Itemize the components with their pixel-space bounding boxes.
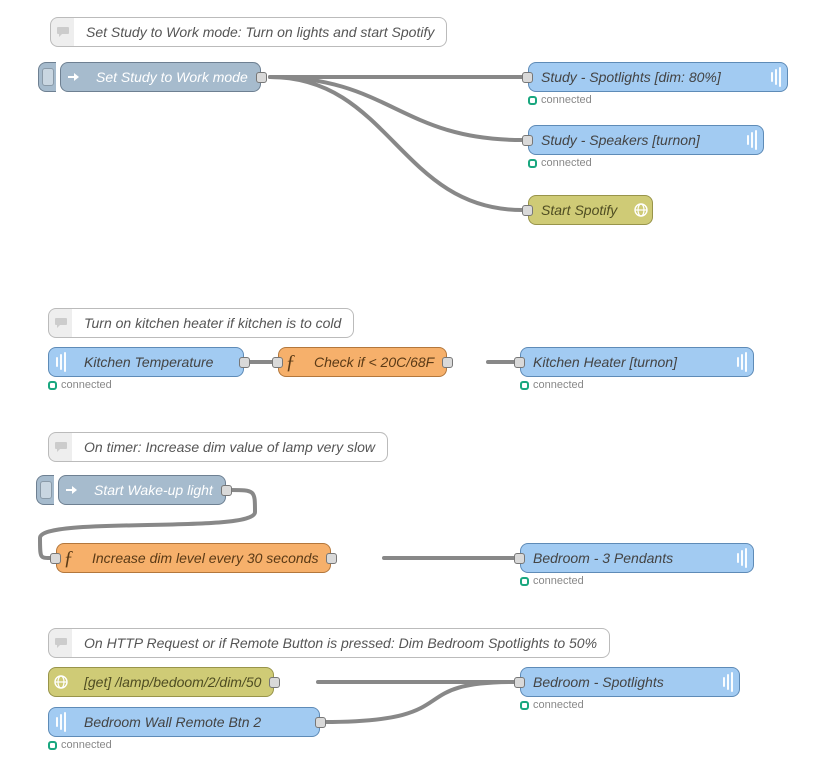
device-node[interactable]: Kitchen Heater [turnon] connected	[520, 347, 754, 377]
comment-node[interactable]: Set Study to Work mode: Turn on lights a…	[50, 17, 538, 47]
globe-icon	[629, 195, 653, 225]
input-port[interactable]	[522, 72, 533, 83]
input-port[interactable]	[514, 553, 525, 564]
status-badge: connected	[48, 379, 112, 391]
comment-text: Set Study to Work mode: Turn on lights a…	[74, 17, 447, 47]
device-node[interactable]: Study - Spotlights [dim: 80%] connected	[528, 62, 788, 92]
device-label: Study - Spotlights [dim: 80%]	[528, 62, 764, 92]
output-port[interactable]	[326, 553, 337, 564]
device-label: Kitchen Heater [turnon]	[520, 347, 730, 377]
status-badge: connected	[528, 157, 592, 169]
http-label: [get] /lamp/bedoom/2/dim/50	[72, 667, 274, 697]
comment-text: On timer: Increase dim value of lamp ver…	[72, 432, 388, 462]
comment-node[interactable]: On HTTP Request or if Remote Button is p…	[48, 628, 665, 658]
device-node[interactable]: Bedroom - 3 Pendants connected	[520, 543, 754, 573]
device-node[interactable]: Study - Speakers [turnon] connected	[528, 125, 764, 155]
http-label: Start Spotify	[528, 195, 629, 225]
status-badge: connected	[520, 379, 584, 391]
inject-button[interactable]	[36, 475, 54, 505]
comment-node[interactable]: On timer: Increase dim value of lamp ver…	[48, 432, 448, 462]
inject-node[interactable]: Start Wake-up light	[58, 475, 226, 505]
status-badge: connected	[528, 94, 592, 106]
stripes-icon	[730, 347, 754, 377]
status-badge: connected	[48, 739, 112, 751]
stripes-icon	[764, 62, 788, 92]
device-input-node[interactable]: Kitchen Temperature connected	[48, 347, 244, 377]
inject-label: Set Study to Work mode	[84, 62, 261, 92]
input-port[interactable]	[514, 357, 525, 368]
device-label: Bedroom - Spotlights	[520, 667, 716, 697]
stripes-icon	[740, 125, 764, 155]
input-port[interactable]	[522, 205, 533, 216]
flow-canvas[interactable]: Set Study to Work mode: Turn on lights a…	[0, 0, 823, 767]
input-port[interactable]	[272, 357, 283, 368]
device-input-node[interactable]: Bedroom Wall Remote Btn 2 connected	[48, 707, 320, 737]
output-port[interactable]	[256, 72, 267, 83]
globe-icon	[48, 667, 72, 697]
comment-icon	[48, 308, 72, 338]
stripes-icon	[48, 707, 72, 737]
status-badge: connected	[520, 699, 584, 711]
device-label: Bedroom - 3 Pendants	[520, 543, 730, 573]
output-port[interactable]	[442, 357, 453, 368]
stripes-icon	[48, 347, 72, 377]
input-port[interactable]	[50, 553, 61, 564]
output-port[interactable]	[221, 485, 232, 496]
comment-text: Turn on kitchen heater if kitchen is to …	[72, 308, 354, 338]
http-in-node[interactable]: [get] /lamp/bedoom/2/dim/50	[48, 667, 274, 697]
function-label: Increase dim level every 30 seconds	[80, 543, 331, 573]
device-label: Bedroom Wall Remote Btn 2	[72, 707, 320, 737]
output-port[interactable]	[269, 677, 280, 688]
comment-text: On HTTP Request or if Remote Button is p…	[72, 628, 610, 658]
comment-icon	[48, 432, 72, 462]
input-port[interactable]	[514, 677, 525, 688]
device-node[interactable]: Bedroom - Spotlights connected	[520, 667, 740, 697]
arrow-right-icon	[58, 475, 82, 505]
device-label: Study - Speakers [turnon]	[528, 125, 740, 155]
inject-button[interactable]	[38, 62, 56, 92]
comment-icon	[50, 17, 74, 47]
input-port[interactable]	[522, 135, 533, 146]
status-badge: connected	[520, 575, 584, 587]
http-node[interactable]: Start Spotify	[528, 195, 653, 225]
arrow-right-icon	[60, 62, 84, 92]
function-node[interactable]: ƒ Increase dim level every 30 seconds	[56, 543, 331, 573]
comment-node[interactable]: Turn on kitchen heater if kitchen is to …	[48, 308, 408, 338]
stripes-icon	[730, 543, 754, 573]
inject-node[interactable]: Set Study to Work mode	[60, 62, 261, 92]
inject-label: Start Wake-up light	[82, 475, 226, 505]
output-port[interactable]	[239, 357, 250, 368]
function-label: Check if < 20C/68F	[302, 347, 447, 377]
output-port[interactable]	[315, 717, 326, 728]
comment-icon	[48, 628, 72, 658]
stripes-icon	[716, 667, 740, 697]
device-label: Kitchen Temperature	[72, 347, 244, 377]
function-node[interactable]: ƒ Check if < 20C/68F	[278, 347, 447, 377]
